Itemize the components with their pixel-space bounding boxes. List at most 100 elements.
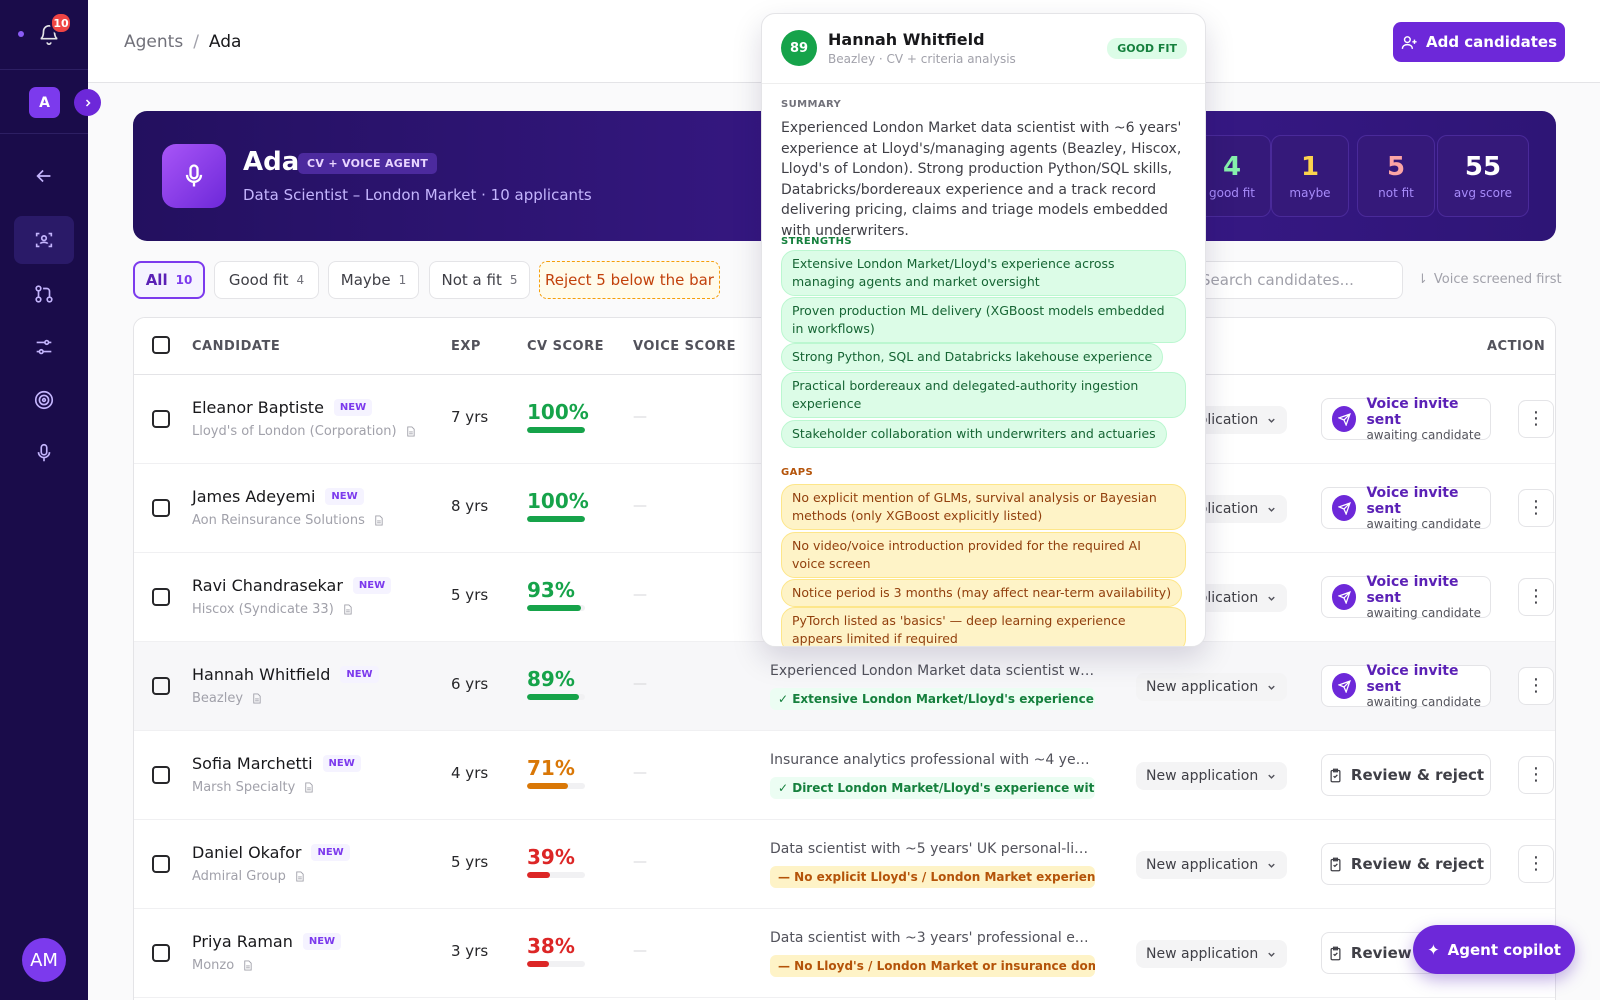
expand-sidebar-button[interactable] — [74, 89, 101, 116]
row-checkbox[interactable] — [152, 499, 170, 517]
candidate-name[interactable]: James Adeyemi — [192, 487, 315, 506]
logo-dot-icon — [18, 31, 24, 37]
reject-below-bar-button[interactable]: Reject 5 below the bar — [539, 261, 720, 299]
back-nav[interactable] — [14, 152, 74, 200]
chevron-down-icon — [1268, 507, 1275, 512]
agent-copilot-button[interactable]: ✦ Agent copilot — [1413, 925, 1575, 974]
candidate-name[interactable]: Hannah Whitfield — [192, 665, 330, 684]
status-label: New application — [1146, 946, 1259, 962]
select-all-checkbox[interactable] — [152, 336, 170, 354]
document-icon[interactable] — [242, 959, 253, 972]
voice-invite-status-button[interactable]: Voice invite sent awaiting candidate — [1321, 663, 1491, 709]
breadcrumb-root[interactable]: Agents — [124, 32, 183, 52]
cv-score-bar — [527, 694, 585, 700]
agent-subtitle: Data Scientist – London Market · 10 appl… — [243, 186, 592, 204]
row-checkbox[interactable] — [152, 588, 170, 606]
nav-goals[interactable] — [14, 376, 74, 424]
candidate-name[interactable]: Daniel Okafor — [192, 843, 301, 862]
nav-settings[interactable] — [14, 323, 74, 371]
cv-score: 38% — [527, 934, 575, 958]
filter-all[interactable]: All 10 — [133, 261, 205, 299]
action-sublabel: awaiting candidate — [1366, 606, 1481, 620]
candidate-name[interactable]: Priya Raman — [192, 932, 293, 951]
status-dropdown[interactable]: New application — [1136, 851, 1288, 879]
document-icon[interactable] — [294, 870, 305, 883]
more-options-button[interactable]: ⋮ — [1518, 489, 1554, 527]
voice-invite-status-button[interactable]: Voice invite sent awaiting candidate — [1321, 574, 1491, 620]
filter-not-fit[interactable]: Not a fit 5 — [429, 261, 530, 299]
user-avatar[interactable]: AM — [22, 938, 66, 982]
candidate-company: Beazley — [192, 691, 244, 706]
voice-invite-status-button[interactable]: Voice invite sent awaiting candidate — [1321, 485, 1491, 531]
more-options-button[interactable]: ⋮ — [1518, 578, 1554, 616]
send-icon — [1332, 495, 1357, 521]
sliders-icon — [36, 339, 52, 355]
row-checkbox[interactable] — [152, 944, 170, 962]
search-input[interactable]: Search candidates... — [1190, 261, 1403, 299]
action-label: Voice invite sent — [1366, 663, 1459, 695]
stat-value: 1 — [1300, 152, 1320, 182]
row-checkbox[interactable] — [152, 677, 170, 695]
highlight-strip: ✓ Direct London Market/Lloyd's experienc… — [770, 777, 1095, 799]
document-icon[interactable] — [405, 425, 416, 438]
filter-count: 1 — [398, 273, 407, 287]
document-icon[interactable] — [303, 781, 314, 794]
highlight-strip: — No explicit Lloyd's / London Market ex… — [770, 866, 1095, 888]
document-icon[interactable] — [342, 603, 353, 616]
add-candidates-button[interactable]: Add candidates — [1393, 22, 1565, 62]
status-dropdown[interactable]: New application — [1136, 940, 1288, 968]
cv-score-bar — [527, 605, 585, 611]
stat-not-fit[interactable]: 5 not fit — [1357, 135, 1435, 217]
experience: 5 yrs — [451, 586, 489, 604]
more-options-button[interactable]: ⋮ — [1518, 756, 1554, 794]
review-reject-button[interactable]: Review & reject — [1321, 754, 1491, 796]
stat-avg-score[interactable]: 55 avg score — [1437, 135, 1529, 217]
stat-maybe[interactable]: 1 maybe — [1271, 135, 1349, 217]
col-exp[interactable]: EXP — [451, 339, 481, 354]
status-dropdown[interactable]: New application — [1136, 762, 1288, 790]
popover-header: 89 Hannah Whitfield Beazley · CV + crite… — [762, 14, 1205, 84]
document-icon[interactable] — [251, 692, 262, 705]
col-cv-score[interactable]: CV SCORE — [527, 339, 604, 354]
agent-name: Ada — [243, 147, 300, 177]
col-voice-score[interactable]: VOICE SCORE — [633, 339, 736, 354]
cv-score: 71% — [527, 756, 575, 780]
filter-good-fit[interactable]: Good fit 4 — [214, 261, 319, 299]
voice-invite-status-button[interactable]: Voice invite sent awaiting candidate — [1321, 396, 1491, 442]
filter-maybe[interactable]: Maybe 1 — [328, 261, 419, 299]
table-row[interactable]: Daniel Okafor NEW Admiral Group 5 yrs 39% — Da… — [134, 820, 1555, 909]
candidate-company: Hiscox (Syndicate 33) — [192, 602, 334, 617]
send-icon — [1332, 584, 1357, 610]
row-checkbox[interactable] — [152, 410, 170, 428]
more-options-button[interactable]: ⋮ — [1518, 400, 1554, 438]
nav-screening[interactable] — [14, 216, 74, 264]
agent-icon — [162, 144, 226, 208]
workspace-avatar[interactable]: A — [29, 87, 60, 118]
table-row[interactable]: Sofia Marchetti NEW Marsh Specialty 4 yrs 71… — [134, 731, 1555, 820]
sort-control[interactable]: ⇂ Voice screened first — [1417, 272, 1562, 287]
candidate-name[interactable]: Ravi Chandrasekar — [192, 576, 343, 595]
add-candidates-label: Add candidates — [1425, 33, 1557, 51]
scan-user-icon — [35, 232, 53, 248]
row-checkbox[interactable] — [152, 855, 170, 873]
nav-voice[interactable] — [14, 429, 74, 477]
status-dropdown[interactable]: New application — [1136, 673, 1288, 701]
candidate-name[interactable]: Eleanor Baptiste — [192, 398, 324, 417]
experience: 6 yrs — [451, 675, 489, 693]
more-options-button[interactable]: ⋮ — [1518, 667, 1554, 705]
row-checkbox[interactable] — [152, 766, 170, 784]
breadcrumb-separator: / — [193, 32, 199, 52]
nav-pipeline[interactable] — [14, 270, 74, 318]
review-reject-button[interactable]: Review & reject — [1321, 843, 1491, 885]
experience: 3 yrs — [451, 942, 489, 960]
col-candidate[interactable]: CANDIDATE — [192, 339, 280, 354]
new-badge: NEW — [325, 488, 364, 505]
table-row[interactable]: Priya Raman NEW Monzo 3 yrs 38% — Data scienti… — [134, 909, 1555, 998]
gap-tag: No explicit mention of GLMs, survival an… — [781, 484, 1186, 530]
table-row[interactable]: Hannah Whitfield NEW Beazley 6 yrs 89% — Exper… — [134, 642, 1555, 731]
document-icon[interactable] — [373, 514, 384, 527]
candidate-name[interactable]: Sofia Marchetti — [192, 754, 313, 773]
more-options-button[interactable]: ⋮ — [1518, 845, 1554, 883]
action-label: Voice invite sent — [1366, 396, 1459, 428]
sidebar: 10 A AM — [0, 0, 101, 1000]
